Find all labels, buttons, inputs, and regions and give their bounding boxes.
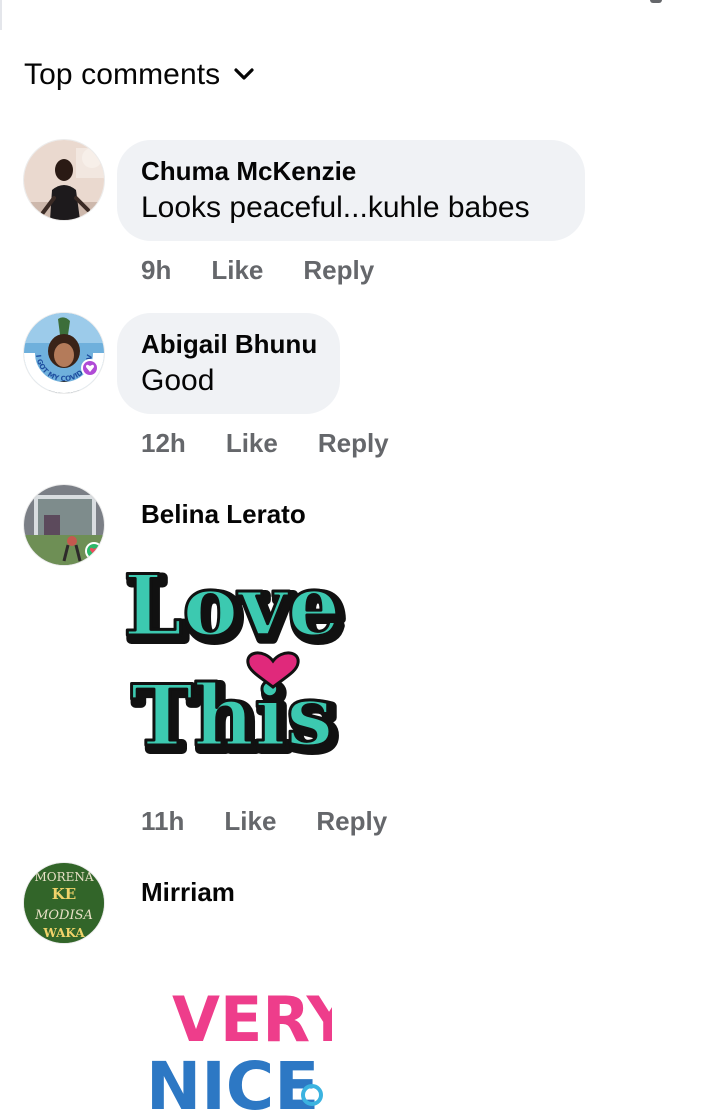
comment-time[interactable]: 12h [141,428,186,459]
comment-time[interactable]: 11h [141,806,184,837]
comment-bubble[interactable]: Chuma McKenzie Looks peaceful...kuhle ba… [117,140,585,241]
reply-button[interactable]: Reply [316,806,387,837]
sticker-text-line1: Love [123,563,340,655]
left-edge-divider [0,0,2,30]
like-button[interactable]: Like [224,806,276,837]
sort-label: Top comments [24,58,221,91]
comment-text: Looks peaceful...kuhle babes [141,191,530,224]
avatar-text-line2: KE [52,885,76,903]
comment-actions: 9h Like Reply [141,255,374,286]
like-button[interactable]: Like [226,428,278,459]
very-nice-sticker[interactable]: VERY NICE [142,983,332,1112]
more-options-icon[interactable] [650,0,662,3]
avatar[interactable]: MORENA KE MODISA WAKA [24,863,104,943]
like-button[interactable]: Like [211,255,263,286]
top-edge [0,0,720,30]
comment-bubble[interactable]: Abigail Bhunu Good [117,313,340,414]
avatar-text-line1: MORENA [34,870,93,884]
comment-time[interactable]: 9h [141,255,171,286]
comment-author[interactable]: Belina Lerato [141,497,306,531]
reply-button[interactable]: Reply [318,428,389,459]
reply-button[interactable]: Reply [303,255,374,286]
comment-actions: 12h Like Reply [141,428,389,459]
comment-author[interactable]: Abigail Bhunu [141,327,317,361]
avatar-text-line3: MODISA [34,908,93,923]
comment-author[interactable]: Mirriam [141,875,235,909]
sticker-text-line1: VERY [172,983,332,1056]
love-this-sticker[interactable]: Love Love This This [118,563,358,763]
comment-actions: 11h Like Reply [141,806,387,837]
sticker-text-line2: NICE [146,1048,319,1112]
comment-text: Good [141,364,215,397]
comment-author[interactable]: Chuma McKenzie [141,154,561,188]
top-comments-dropdown[interactable]: Top comments [24,58,254,92]
avatar[interactable] [24,485,104,565]
avatar[interactable] [24,140,104,220]
chevron-down-icon [234,68,254,80]
avatar-text-line4: WAKA [42,926,85,940]
sticker-text-line2: This [131,666,334,763]
avatar[interactable]: I GOT MY COVID-19 VACCINE [24,313,104,393]
